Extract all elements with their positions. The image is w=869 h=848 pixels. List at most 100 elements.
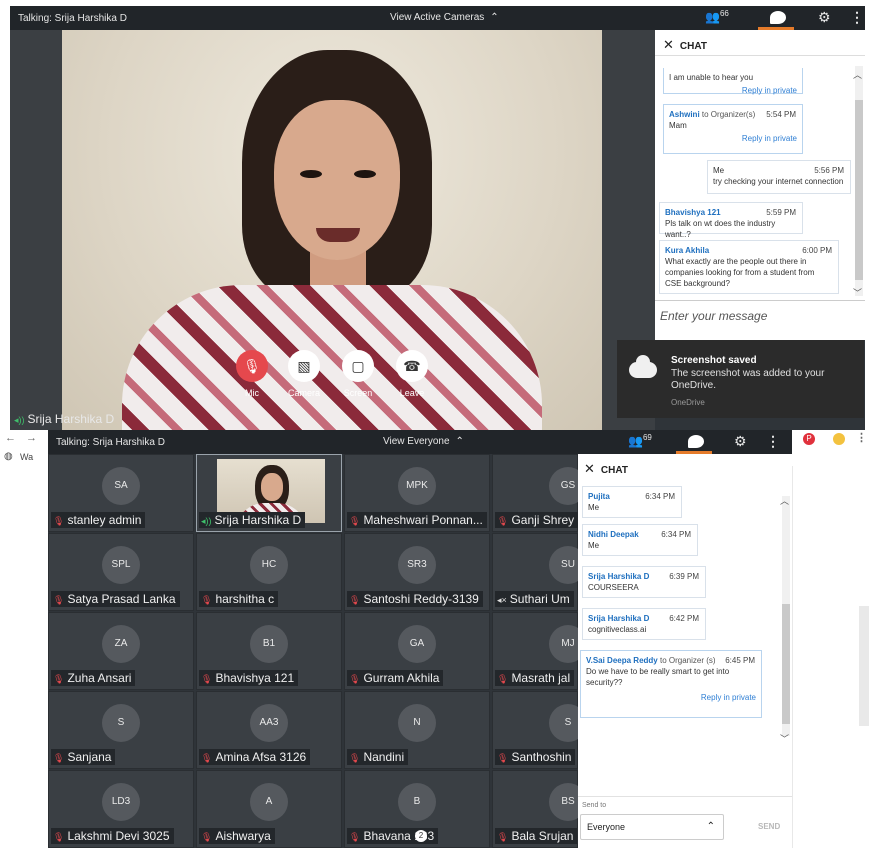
chevron-up-icon[interactable]: ︿: [780, 494, 789, 507]
mic-muted-icon: 🎙: [349, 674, 361, 684]
mic-muted-icon: 🎙: [349, 595, 361, 605]
screen-icon: ▢: [342, 350, 374, 382]
chat-scroll-thumb[interactable]: [855, 100, 863, 280]
chat-message-input[interactable]: Enter your message: [655, 300, 865, 340]
avatar: MPK: [398, 467, 436, 505]
reply-in-private-link[interactable]: Reply in private: [669, 133, 797, 144]
participant-tile[interactable]: MJ 🎙 Masrath jal: [492, 612, 587, 690]
speaking-icon: ◂)): [201, 516, 212, 526]
participant-tile[interactable]: SR3 🎙 Santoshi Reddy-3139: [344, 533, 490, 611]
mic-muted-icon: 🎙: [201, 674, 213, 684]
back-arrow-icon[interactable]: ←: [5, 432, 16, 444]
chevron-up-icon[interactable]: ︿: [853, 68, 862, 81]
chat-header: ✕ CHAT: [655, 30, 865, 56]
chat-message-list: I am unable to hear you Reply in private…: [655, 58, 853, 296]
mic-muted-icon: 🎙: [53, 674, 65, 684]
participant-tile[interactable]: ◂)) Srija Harshika D: [196, 454, 342, 532]
mic-muted-icon: 🎙: [349, 516, 361, 526]
chat-panel: ✕ CHAT Pujita 6:34 PM Me Nidhi Deepak 6:3…: [578, 454, 792, 848]
talking-indicator: Talking: Srija Harshika D: [56, 437, 165, 448]
mic-muted-icon: 🎙: [497, 516, 509, 526]
send-to-label: Send to: [582, 802, 607, 809]
globe-icon: ◍: [4, 451, 13, 462]
avatar: LD3: [102, 783, 140, 821]
participant-tile[interactable]: S 🎙 Santhoshin: [492, 691, 587, 769]
close-icon[interactable]: ✕: [584, 461, 595, 476]
participant-count: 69: [642, 433, 652, 442]
send-button[interactable]: SEND: [758, 822, 780, 831]
leave-button[interactable]: ☎ Leave: [390, 350, 434, 398]
chat-message: I am unable to hear you Reply in private: [663, 68, 803, 96]
participant-tile[interactable]: N 🎙 Nandini: [344, 691, 490, 769]
speaker-video: 🎙 Mic ▧ Camera ▢ Screen ☎ Leave ◂)) Srija…: [10, 30, 655, 430]
participant-tile[interactable]: SPL 🎙 Satya Prasad Lanka: [48, 533, 194, 611]
chevron-down-icon[interactable]: ﹀: [853, 286, 862, 299]
chat-bubble-icon[interactable]: [688, 435, 704, 448]
view-mode-select[interactable]: View Everyone ⌃: [383, 436, 464, 447]
gear-icon[interactable]: ⚙: [734, 433, 747, 450]
mic-muted-icon: 🎙: [201, 832, 213, 842]
close-icon[interactable]: ✕: [663, 37, 674, 52]
mic-muted-icon: 🎙: [53, 832, 65, 842]
participants-button[interactable]: 👥66: [705, 9, 729, 24]
bottom-meeting-window: Talking: Srija Harshika D View Everyone ⌃…: [48, 430, 792, 848]
extension-icon[interactable]: [833, 433, 845, 445]
participant-tile[interactable]: SU ◂× Suthari Um: [492, 533, 587, 611]
mic-muted-icon: 🎙: [201, 753, 213, 763]
participant-tile[interactable]: HC 🎙 harshitha c: [196, 533, 342, 611]
participant-tile[interactable]: SA 🎙 stanley admin: [48, 454, 194, 532]
participant-count: 66: [719, 9, 729, 18]
updown-chevron-icon: ⌃: [455, 436, 464, 447]
screenshot-saved-notification[interactable]: Screenshot saved The screenshot was adde…: [617, 340, 864, 418]
participants-button[interactable]: 👥69: [628, 433, 652, 448]
participant-tile[interactable]: AA3 🎙 Amina Afsa 3126: [196, 691, 342, 769]
bottom-toolbar: Talking: Srija Harshika D View Everyone ⌃…: [48, 430, 792, 454]
avatar: B: [398, 783, 436, 821]
avatar: N: [398, 704, 436, 742]
chat-message: Ashwini to Organizer(s) 5:54 PM Mam Repl…: [663, 104, 803, 154]
participant-tile[interactable]: A 🎙 Aishwarya: [196, 770, 342, 848]
pinterest-icon[interactable]: P: [803, 433, 815, 445]
more-options-icon[interactable]: ⋮: [850, 9, 864, 26]
participant-tile[interactable]: LD3 🎙 Lakshmi Devi 3025: [48, 770, 194, 848]
mic-muted-icon: 🎙: [236, 350, 268, 382]
notification-badge: 2: [415, 830, 427, 842]
screen-share-button[interactable]: ▢ Screen: [336, 350, 380, 398]
gear-icon[interactable]: ⚙: [818, 9, 831, 26]
chat-scroll-thumb[interactable]: [782, 604, 790, 724]
participant-tile[interactable]: ZA 🎙 Zuha Ansari: [48, 612, 194, 690]
forward-arrow-icon[interactable]: →: [26, 432, 37, 444]
send-to-select[interactable]: Everyone ⌃: [580, 814, 724, 840]
call-controls: 🎙 Mic ▧ Camera ▢ Screen ☎ Leave: [230, 350, 440, 430]
avatar: ZA: [102, 625, 140, 663]
reply-in-private-link[interactable]: Reply in private: [586, 692, 756, 703]
participant-tile[interactable]: BS 🎙 Bala Srujan: [492, 770, 587, 848]
avatar: SPL: [102, 546, 140, 584]
participant-tile[interactable]: S 🎙 Sanjana: [48, 691, 194, 769]
updown-chevron-icon: ⌃: [490, 12, 499, 23]
participant-tile[interactable]: B1 🎙 Bhavishya 121: [196, 612, 342, 690]
speaking-icon: ◂)): [14, 415, 25, 425]
background-page: [792, 466, 869, 848]
view-mode-select[interactable]: View Active Cameras ⌃: [390, 12, 499, 23]
camera-button[interactable]: ▧ Camera: [282, 350, 326, 398]
chat-panel: ✕ CHAT I am unable to hear you Reply in p…: [655, 30, 865, 340]
chat-message: Bhavishya 121 5:59 PM Pls talk on wt doe…: [659, 202, 803, 239]
speaker-name-label: ◂)) Srija Harshika D: [14, 412, 115, 426]
more-options-icon[interactable]: ⋮: [856, 431, 867, 444]
mic-muted-icon: 🎙: [349, 832, 361, 842]
participant-tile[interactable]: GS 🎙 Ganji Shrey: [492, 454, 587, 532]
chevron-down-icon[interactable]: ﹀: [780, 732, 789, 745]
phone-hangup-icon: ☎: [396, 350, 428, 382]
participant-tile[interactable]: MPK 🎙 Maheshwari Ponnan...: [344, 454, 490, 532]
chat-bubble-icon[interactable]: [770, 11, 786, 24]
mic-button[interactable]: 🎙 Mic: [230, 350, 274, 398]
more-options-icon[interactable]: ⋮: [766, 433, 780, 450]
reply-in-private-link[interactable]: Reply in private: [669, 85, 797, 96]
chat-message: Nidhi Deepak 6:34 PM Me: [582, 524, 698, 556]
participant-tile[interactable]: GA 🎙 Gurram Akhila: [344, 612, 490, 690]
mic-muted-icon: 🎙: [497, 753, 509, 763]
updown-chevron-icon: ⌃: [706, 821, 715, 832]
avatar: S: [102, 704, 140, 742]
chat-header: ✕ CHAT: [584, 461, 628, 476]
